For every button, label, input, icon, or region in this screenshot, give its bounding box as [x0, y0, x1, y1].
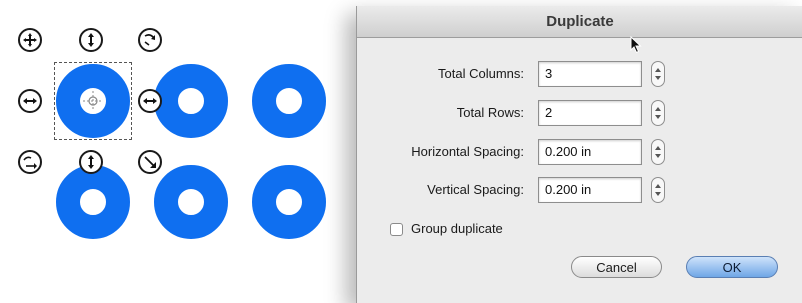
resize-horizontal-icon[interactable] — [18, 89, 42, 113]
total-rows-stepper[interactable] — [651, 100, 665, 126]
stepper-up-icon[interactable] — [655, 107, 661, 111]
ring-shape[interactable] — [252, 165, 326, 239]
horizontal-spacing-label: Horizontal Spacing: — [411, 144, 524, 159]
total-rows-field[interactable]: 2 — [538, 100, 642, 126]
vertical-spacing-row: Vertical Spacing: — [380, 178, 524, 204]
resize-horizontal-icon[interactable] — [138, 89, 162, 113]
stepper-up-icon[interactable] — [655, 68, 661, 72]
total-columns-label: Total Columns: — [438, 66, 524, 81]
total-rows-row: Total Rows: — [380, 101, 524, 127]
ring-shape[interactable] — [56, 165, 130, 239]
stepper-up-icon[interactable] — [655, 146, 661, 150]
stepper-down-icon[interactable] — [655, 115, 661, 119]
total-columns-stepper[interactable] — [651, 61, 665, 87]
stepper-down-icon[interactable] — [655, 76, 661, 80]
mouse-cursor-icon — [630, 36, 642, 54]
total-columns-row: Total Columns: — [380, 62, 524, 88]
dialog-title: Duplicate — [357, 6, 802, 38]
total-columns-field[interactable]: 3 — [538, 61, 642, 87]
total-rows-label: Total Rows: — [456, 105, 524, 120]
vertical-spacing-label: Vertical Spacing: — [427, 182, 524, 197]
resize-vertical-icon[interactable] — [79, 28, 103, 52]
vertical-spacing-stepper[interactable] — [651, 177, 665, 203]
group-duplicate-label[interactable]: Group duplicate — [411, 221, 503, 236]
vertical-spacing-field[interactable]: 0.200 in — [538, 177, 642, 203]
stepper-down-icon[interactable] — [655, 192, 661, 196]
stepper-up-icon[interactable] — [655, 184, 661, 188]
rotate-icon[interactable] — [18, 150, 42, 174]
cancel-button[interactable]: Cancel — [571, 256, 662, 278]
horizontal-spacing-row: Horizontal Spacing: — [380, 140, 524, 166]
ring-shape[interactable] — [252, 64, 326, 138]
resize-diagonal-icon[interactable] — [138, 150, 162, 174]
horizontal-spacing-stepper[interactable] — [651, 139, 665, 165]
stepper-down-icon[interactable] — [655, 154, 661, 158]
crosshair-icon — [83, 91, 103, 111]
ok-button[interactable]: OK — [686, 256, 778, 278]
ring-shape[interactable] — [154, 165, 228, 239]
group-duplicate-checkbox[interactable] — [390, 223, 403, 236]
horizontal-spacing-field[interactable]: 0.200 in — [538, 139, 642, 165]
move-icon[interactable] — [18, 28, 42, 52]
resize-vertical-icon[interactable] — [79, 150, 103, 174]
ring-shape[interactable] — [154, 64, 228, 138]
rotate-icon[interactable] — [138, 28, 162, 52]
